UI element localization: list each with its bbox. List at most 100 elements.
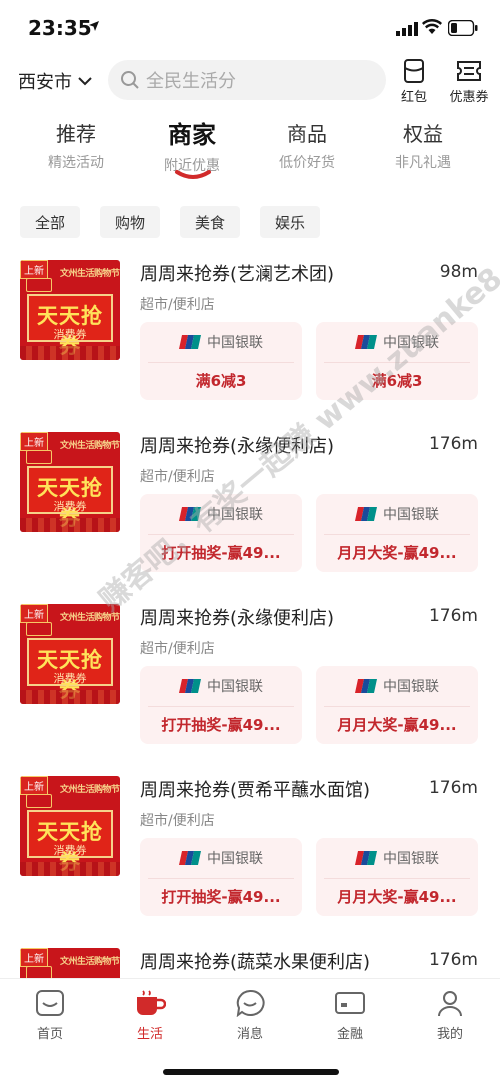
mini-card-icon bbox=[26, 450, 52, 464]
store-name: 周周来抢券(永缘便利店) bbox=[140, 608, 335, 629]
city-label: 西安市 bbox=[18, 72, 72, 93]
coupon-bank: 中国银联 bbox=[207, 851, 263, 867]
coupon-divider bbox=[148, 362, 294, 363]
thumbnail-brand: 文州生活购物节 bbox=[60, 957, 120, 967]
coupon-card[interactable]: 中国银联 月月大奖-赢49... bbox=[316, 838, 478, 916]
coupon-bank: 中国银联 bbox=[383, 679, 439, 695]
store-thumbnail: 上新 文州生活购物节 天天抢券 消费券 bbox=[20, 260, 120, 360]
thumbnail-caption: 消费券 bbox=[53, 500, 87, 513]
store-item[interactable]: 上新 文州生活购物节 天天抢券 消费券 周周来抢券(贾希平蘸水面馆) 176m … bbox=[0, 776, 500, 948]
thumbnail-panel: 天天抢券 消费券 bbox=[27, 294, 113, 358]
mini-card-icon bbox=[26, 622, 52, 636]
coupon-card[interactable]: 中国银联 满6减3 bbox=[316, 322, 478, 400]
unionpay-icon bbox=[355, 335, 377, 349]
thumbnail-brand: 文州生活购物节 bbox=[60, 785, 120, 795]
tab-merchants[interactable]: 商家 附近优惠 bbox=[142, 118, 242, 175]
nav-profile-label: 我的 bbox=[436, 1027, 463, 1042]
filter-all[interactable]: 全部 bbox=[20, 206, 80, 238]
chevron-down-icon bbox=[78, 77, 92, 86]
coupon-header: 中国银联 bbox=[140, 838, 302, 878]
thumbnail-panel: 天天抢券 消费券 bbox=[27, 638, 113, 702]
store-name: 周周来抢券(贾希平蘸水面馆) bbox=[140, 780, 371, 801]
coupon-divider bbox=[324, 706, 470, 707]
coupon-value: 打开抽奖-赢49... bbox=[161, 716, 281, 734]
tab-recommend[interactable]: 推荐 精选活动 bbox=[26, 118, 126, 172]
unionpay-icon bbox=[179, 335, 201, 349]
store-distance: 176m bbox=[428, 778, 478, 798]
finance-card-icon bbox=[335, 992, 365, 1014]
coupon-divider bbox=[148, 534, 294, 535]
coupon-bank: 中国银联 bbox=[383, 335, 439, 351]
thumbnail-brand: 文州生活购物节 bbox=[60, 441, 120, 451]
store-item[interactable]: 上新 文州生活购物节 天天抢券 消费券 周周来抢券(永缘便利店) 176m 超市… bbox=[0, 432, 500, 604]
coupon-card[interactable]: 中国银联 打开抽奖-赢49... bbox=[140, 838, 302, 916]
filter-shopping[interactable]: 购物 bbox=[100, 206, 160, 238]
red-packet-button[interactable]: 红包 bbox=[396, 58, 432, 105]
nav-finance-label: 金融 bbox=[336, 1027, 363, 1042]
active-tab-indicator bbox=[175, 170, 211, 179]
coupon-card[interactable]: 中国银联 月月大奖-赢49... bbox=[316, 494, 478, 572]
new-badge: 上新 bbox=[20, 776, 48, 795]
filter-entertainment[interactable]: 娱乐 bbox=[260, 206, 320, 238]
unionpay-icon bbox=[179, 851, 201, 865]
coupon-divider bbox=[324, 534, 470, 535]
coupon-header: 中国银联 bbox=[316, 838, 478, 878]
thumbnail-brand: 文州生活购物节 bbox=[60, 269, 120, 279]
status-bar: 23:35 bbox=[0, 0, 500, 56]
store-distance: 98m bbox=[439, 262, 478, 282]
red-packet-label: 红包 bbox=[400, 90, 427, 105]
thumbnail-caption: 消费券 bbox=[53, 328, 87, 341]
mini-card-icon bbox=[26, 966, 52, 978]
search-input[interactable]: 全民生活分 bbox=[108, 60, 386, 100]
new-badge: 上新 bbox=[20, 260, 48, 279]
coupon-card[interactable]: 中国银联 打开抽奖-赢49... bbox=[140, 494, 302, 572]
mini-card-icon bbox=[26, 794, 52, 808]
nav-life[interactable]: 生活 bbox=[110, 989, 190, 1042]
city-selector[interactable]: 西安市 bbox=[18, 68, 92, 94]
coupon-card[interactable]: 中国银联 月月大奖-赢49... bbox=[316, 666, 478, 744]
unionpay-icon bbox=[179, 679, 201, 693]
nav-home[interactable]: 首页 bbox=[10, 989, 90, 1042]
nav-messages[interactable]: 消息 bbox=[210, 989, 290, 1042]
coupon-card[interactable]: 中国银联 满6减3 bbox=[140, 322, 302, 400]
coupon-header: 中国银联 bbox=[316, 494, 478, 534]
store-thumbnail: 上新 文州生活购物节 天天抢券 消费券 bbox=[20, 776, 120, 876]
store-category: 超市/便利店 bbox=[140, 641, 215, 657]
coupon-card[interactable]: 中国银联 打开抽奖-赢49... bbox=[140, 666, 302, 744]
filter-food[interactable]: 美食 bbox=[180, 206, 240, 238]
nav-finance[interactable]: 金融 bbox=[310, 989, 390, 1042]
coupon-label: 优惠券 bbox=[449, 90, 489, 105]
search-placeholder: 全民生活分 bbox=[146, 71, 236, 92]
nav-life-label: 生活 bbox=[136, 1027, 163, 1042]
tab-title: 商家 bbox=[168, 121, 216, 149]
tab-benefits[interactable]: 权益 非凡礼遇 bbox=[373, 118, 473, 172]
new-badge: 上新 bbox=[20, 948, 48, 967]
store-item[interactable]: 上新 文州生活购物节 天天抢券 消费券 周周来抢券(艺澜艺术团) 98m 超市/… bbox=[0, 260, 500, 432]
red-packet-icon bbox=[404, 59, 424, 83]
coupon-header: 中国银联 bbox=[316, 322, 478, 362]
store-item[interactable]: 上新 文州生活购物节 周周来抢券(蔬菜水果便利店) 176m bbox=[0, 948, 500, 978]
category-tabs: 推荐 精选活动 商家 附近优惠 商品 低价好货 权益 非凡礼遇 bbox=[0, 118, 500, 188]
unionpay-icon bbox=[179, 507, 201, 521]
coupon-value: 满6减3 bbox=[371, 372, 423, 390]
coupon-bank: 中国银联 bbox=[207, 507, 263, 523]
tab-products[interactable]: 商品 低价好货 bbox=[257, 118, 357, 172]
bottom-nav: 首页 生活 消息 金融 我的 bbox=[0, 978, 500, 1083]
nav-home-label: 首页 bbox=[36, 1027, 63, 1042]
header: 西安市 全民生活分 红包 优惠券 bbox=[0, 56, 500, 105]
mini-card-icon bbox=[26, 278, 52, 292]
nav-profile[interactable]: 我的 bbox=[410, 989, 490, 1042]
coupon-bank: 中国银联 bbox=[383, 507, 439, 523]
coupon-button[interactable]: 优惠券 bbox=[444, 58, 494, 105]
store-item[interactable]: 上新 文州生活购物节 天天抢券 消费券 周周来抢券(永缘便利店) 176m 超市… bbox=[0, 604, 500, 776]
store-category: 超市/便利店 bbox=[140, 297, 215, 313]
store-category: 超市/便利店 bbox=[140, 813, 215, 829]
coupon-value: 月月大奖-赢49... bbox=[337, 888, 457, 906]
thumbnail-pattern bbox=[20, 690, 120, 704]
unionpay-icon bbox=[355, 679, 377, 693]
store-distance: 176m bbox=[428, 434, 478, 454]
unionpay-icon bbox=[355, 507, 377, 521]
coupon-header: 中国银联 bbox=[140, 666, 302, 706]
store-name: 周周来抢券(永缘便利店) bbox=[140, 436, 335, 457]
thumbnail-caption: 消费券 bbox=[53, 844, 87, 857]
